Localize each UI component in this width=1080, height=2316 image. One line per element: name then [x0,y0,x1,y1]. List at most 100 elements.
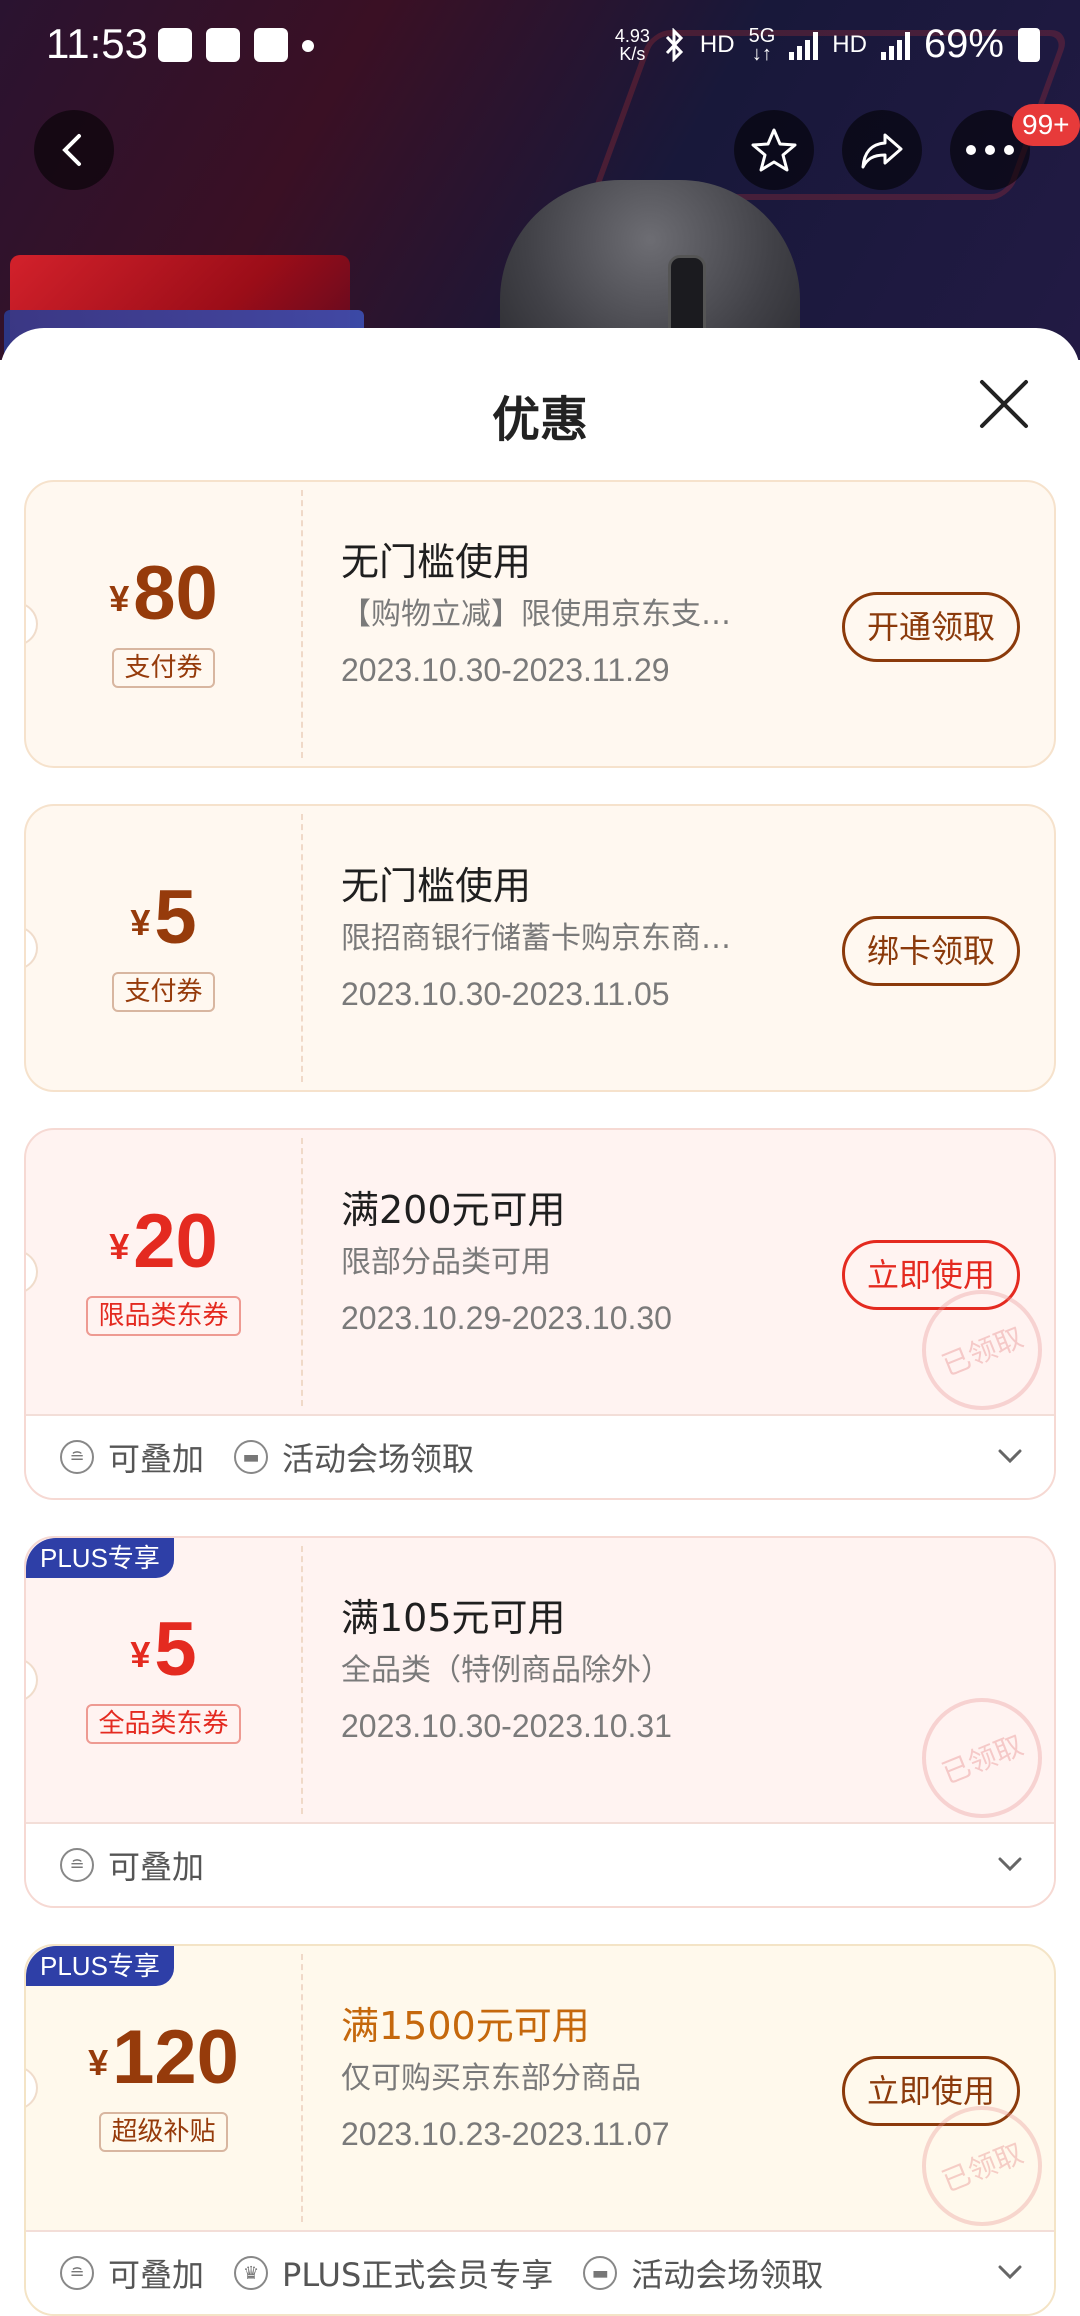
coupon-info: 满1500元可用 仅可购买京东部分商品 2023.10.23-2023.11.0… [341,2002,811,2154]
ticket-icon: ▬ [234,1440,269,1474]
chevron-down-icon[interactable] [996,1442,1024,1470]
coupon-condition: 满200元可用 [341,1188,566,1232]
amount-value: 120 [112,2015,239,2100]
battery-icon [1018,27,1040,62]
coupon-card: PLUS专享 ¥120 超级补贴 满1500元可用 仅可购买京东部分商品 202… [24,1944,1056,2316]
coupon-type-tag: 超级补贴 [26,2112,301,2152]
currency-symbol: ¥ [109,578,130,619]
claimed-stamp: 已领取 [903,1679,1054,1837]
share-icon [861,133,903,169]
coupon-description: 【购物立减】限使用京东支… [341,597,731,632]
stack-icon: ≘ [60,1848,94,1882]
share-button[interactable] [842,110,922,190]
sheet-title: 优惠 [491,392,588,448]
battery-percent: 69% [923,22,1004,66]
5g-signal-icon [880,30,910,60]
stack-icon: ≘ [60,1440,94,1474]
more-notifications-dot-icon [302,40,314,52]
coupon-date: 2023.10.30-2023.10.31 [341,1708,672,1744]
notification-icons [158,28,314,62]
coupon-info: 满105元可用 全品类（特例商品除外） 2023.10.30-2023.10.3… [341,1594,811,1746]
net-speed: 4.93 K/s [614,25,650,64]
currency-symbol: ¥ [88,2042,109,2083]
stackable-feature: ≘ 可叠加 [60,1842,204,1888]
ticket-divider [301,490,303,758]
coupon-type-tag: 支付券 [26,648,301,688]
chevron-down-icon[interactable] [996,2258,1024,2286]
coupon-condition: 无门槛使用 [341,540,532,584]
coupon-amount: ¥80 [26,550,301,637]
coupon-amount: ¥120 [26,2014,301,2101]
5g-icon: 5G ↓↑ [748,24,776,65]
gallery-icon [158,28,192,62]
coupon-info: 无门槛使用 【购物立减】限使用京东支… 2023.10.30-2023.11.2… [341,538,811,690]
activate-claim-button[interactable]: 开通领取 [841,592,1020,662]
coupon-amount: ¥5 [26,1606,301,1693]
star-icon [751,128,797,172]
coupon-condition: 满105元可用 [341,1596,566,1640]
amount-value: 80 [133,551,218,636]
check-app-icon [254,28,288,62]
coupon-type-tag: 支付券 [26,972,301,1012]
currency-symbol: ¥ [130,902,151,943]
plus-exclusive-badge: PLUS专享 [26,1538,174,1578]
status-bar: 11:53 4.93 K/s HD 5G ↓↑ HD 69% [0,0,1080,100]
coupon-footer: ≘ 可叠加 [26,1822,1054,1906]
ticket-divider [301,1954,303,2222]
event-venue-feature: ▬ 活动会场领取 [583,2250,823,2296]
crown-icon: ♛ [234,2256,269,2290]
message-badge: 99+ [1012,104,1080,146]
coupon-date: 2023.10.30-2023.11.29 [341,652,670,688]
coupon-amount: ¥5 [26,874,301,961]
currency-symbol: ¥ [130,1634,151,1675]
ticket-divider [301,1546,303,1814]
hd-icon: HD [699,30,735,58]
coupon-card: ¥5 支付券 无门槛使用 限招商银行储蓄卡购京东商… 2023.10.30-20… [24,804,1056,1092]
coupon-amount: ¥20 [26,1198,301,1285]
coupon-card: PLUS专享 ¥5 全品类东券 满105元可用 全品类（特例商品除外） 2023… [24,1536,1056,1908]
bind-card-claim-button[interactable]: 绑卡领取 [841,916,1020,986]
coupon-description: 限招商银行储蓄卡购京东商… [341,921,731,956]
coupon-date: 2023.10.29-2023.10.30 [341,1300,672,1336]
coupon-description: 仅可购买京东部分商品 [341,2061,641,2096]
amount-value: 20 [133,1199,218,1284]
coupon-info: 无门槛使用 限招商银行储蓄卡购京东商… 2023.10.30-2023.11.0… [341,862,811,1014]
coupon-info: 满200元可用 限部分品类可用 2023.10.29-2023.10.30 [341,1186,811,1338]
event-venue-feature: ▬ 活动会场领取 [234,1434,474,1480]
amount-value: 5 [154,875,197,960]
ticket-divider [301,814,303,1082]
coupon-date: 2023.10.30-2023.11.05 [341,976,670,1012]
close-icon[interactable] [976,376,1032,432]
coupon-description: 限部分品类可用 [341,1245,551,1280]
check-app-icon [206,28,240,62]
status-right: 4.93 K/s HD 5G ↓↑ HD 69% [615,22,1040,67]
coupon-type-tag: 限品类东券 [26,1296,301,1336]
ticket-divider [301,1138,303,1406]
back-button[interactable] [34,110,114,190]
coupon-footer: ≘ 可叠加 ▬ 活动会场领取 [26,1414,1054,1498]
signal-bars-icon [789,30,819,60]
currency-symbol: ¥ [109,1226,130,1267]
coupon-condition: 满1500元可用 [341,2004,590,2048]
coupon-condition: 无门槛使用 [341,864,532,908]
status-time: 11:53 [46,20,148,67]
bluetooth-icon [665,27,683,62]
amount-value: 5 [154,1607,197,1692]
chevron-down-icon[interactable] [996,1850,1024,1878]
coupon-description: 全品类（特例商品除外） [341,1653,671,1688]
plus-exclusive-badge: PLUS专享 [26,1946,174,1986]
stackable-feature: ≘ 可叠加 [60,2250,204,2296]
coupon-card: ¥20 限品类东券 满200元可用 限部分品类可用 2023.10.29-202… [24,1128,1056,1500]
stack-icon: ≘ [60,2256,94,2290]
coupon-type-tag: 全品类东券 [26,1704,301,1744]
coupon-footer: ≘ 可叠加 ♛ PLUS正式会员专享 ▬ 活动会场领取 [26,2230,1054,2314]
favorite-button[interactable] [734,110,814,190]
coupon-card: ¥80 支付券 无门槛使用 【购物立减】限使用京东支… 2023.10.30-2… [24,480,1056,768]
plus-member-feature: ♛ PLUS正式会员专享 [234,2250,553,2296]
ticket-icon: ▬ [583,2256,618,2290]
hd-icon: HD [832,30,867,58]
coupon-date: 2023.10.23-2023.11.07 [341,2116,670,2152]
chevron-left-icon [62,134,81,166]
more-dots-icon [966,145,1014,155]
stackable-feature: ≘ 可叠加 [60,1434,204,1480]
